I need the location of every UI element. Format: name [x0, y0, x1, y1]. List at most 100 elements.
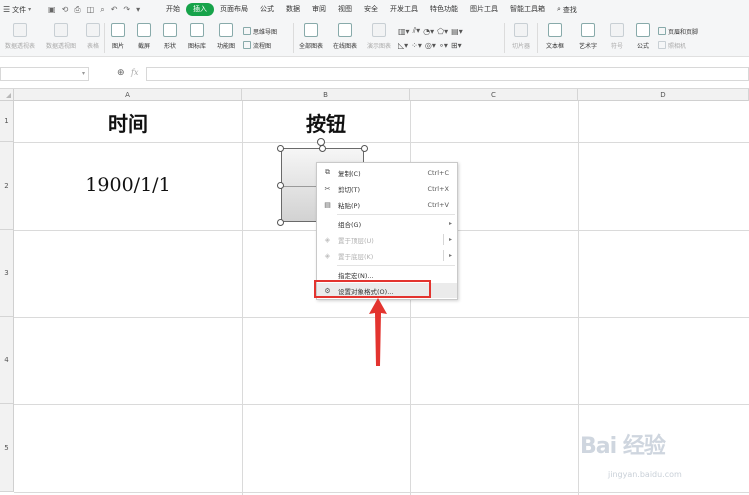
art-text-button[interactable]: 艺术字 — [572, 19, 604, 57]
tab-smart-toolbox[interactable]: 智能工具箱 — [504, 3, 551, 16]
zoom-search-icon[interactable]: ⊕ — [117, 68, 125, 78]
file-menu-label: 文件 — [12, 5, 27, 14]
undo-history-icon[interactable]: ⟲ — [62, 5, 69, 14]
formula-bar: ▾ ⊕ fx — [0, 57, 749, 89]
stock-chart-icon[interactable]: ⊞▾ — [451, 41, 462, 50]
column-header-d[interactable]: D — [578, 89, 749, 101]
formula-input[interactable] — [146, 67, 749, 81]
row-header-4[interactable]: 4 — [0, 317, 14, 404]
save-icon[interactable]: ▣ — [48, 5, 56, 14]
layers-icon: ◈ — [324, 235, 331, 244]
mindmap-button[interactable]: 思维导图 — [243, 27, 291, 36]
tab-home[interactable]: 开始 — [160, 3, 186, 16]
bubble-chart-icon[interactable]: ∘▾ — [439, 41, 448, 50]
demo-chart-button[interactable]: 演示图表 — [362, 19, 396, 57]
redo-icon[interactable]: ↷ — [123, 5, 130, 14]
symbol-button[interactable]: 符号 — [604, 19, 630, 57]
resize-handle[interactable] — [277, 182, 284, 189]
chart-types-row-1: ▥▾ ⫽▾ ◔▾ ⬠▾ ▤▾ — [398, 26, 502, 36]
row-header-2[interactable]: 2 — [0, 142, 14, 230]
column-header-b[interactable]: B — [242, 89, 410, 101]
menu-item-bring-to-front[interactable]: ◈ 置于顶层(U) ▸ — [317, 232, 457, 247]
print-preview-icon[interactable]: ◫ — [87, 5, 95, 14]
area-chart-icon[interactable]: ◺▾ — [398, 41, 408, 50]
menu-item-paste[interactable]: ▤ 粘贴(P) Ctrl+V — [317, 197, 457, 212]
column-header-a[interactable]: A — [14, 89, 242, 101]
table-button[interactable]: 表格 — [82, 19, 104, 57]
donut-chart-icon[interactable]: ◎▾ — [425, 41, 436, 50]
all-charts-button[interactable]: 全部图表 — [294, 19, 328, 57]
menu-item-label: 指定宏(N)... — [338, 271, 374, 280]
tab-review[interactable]: 审阅 — [306, 3, 332, 16]
radar-chart-icon[interactable]: ⬠▾ — [437, 27, 448, 36]
row-header-5[interactable]: 5 — [0, 404, 14, 492]
cell-a2[interactable]: 1900/1/1 — [14, 174, 242, 196]
cell-a1[interactable]: 时间 — [14, 108, 242, 137]
function-chart-button[interactable]: 功能图 — [211, 19, 241, 57]
menu-item-label: 组合(G) — [338, 220, 362, 229]
tab-developer[interactable]: 开发工具 — [384, 3, 424, 16]
pivot-chart-button[interactable]: 数据透视图 — [40, 19, 82, 57]
header-footer-button[interactable]: 页眉和页脚 — [658, 27, 706, 36]
format-painter-icon[interactable]: ⌕ — [100, 5, 104, 15]
formula-button[interactable]: 公式 — [630, 19, 656, 57]
menu-item-group[interactable]: 组合(G) ▸ — [317, 216, 457, 231]
menu-item-send-to-back[interactable]: ◈ 置于底层(K) ▸ — [317, 248, 457, 263]
camera-button[interactable]: 照相机 — [658, 41, 706, 50]
shape-label: 形状 — [163, 43, 176, 50]
tab-insert[interactable]: 插入 — [186, 3, 214, 16]
blank-icon — [323, 270, 332, 279]
screenshot-button[interactable]: 截屏 — [131, 19, 157, 57]
scatter-chart-icon[interactable]: ⁘▾ — [411, 41, 422, 50]
column-chart-icon[interactable]: ▥▾ — [398, 27, 410, 36]
online-chart-button[interactable]: 在线图表 — [328, 19, 362, 57]
online-chart-icon — [338, 23, 352, 37]
file-menu[interactable]: ☰ 文件 ▾ — [0, 5, 44, 15]
tab-data[interactable]: 数据 — [280, 3, 306, 16]
slicer-icon — [514, 23, 528, 37]
row-header-1[interactable]: 1 — [0, 101, 14, 142]
row-header-3[interactable]: 3 — [0, 230, 14, 317]
print-icon[interactable]: ⎙ — [74, 5, 80, 15]
chart-types-row-2: ◺▾ ⁘▾ ◎▾ ∘▾ ⊞▾ — [398, 41, 502, 50]
resize-handle[interactable] — [277, 145, 284, 152]
pie-chart-icon[interactable]: ◔▾ — [423, 27, 434, 36]
line-chart-icon[interactable]: ⫽▾ — [413, 26, 421, 36]
tab-page-layout[interactable]: 页面布局 — [214, 3, 254, 16]
menu-item-label: 置于底层(K) — [338, 252, 374, 261]
resize-handle[interactable] — [277, 219, 284, 226]
pivot-table-label: 数据透视表 — [4, 43, 35, 50]
textbox-button[interactable]: 文本框 — [538, 19, 572, 57]
tab-picture-tools[interactable]: 图片工具 — [464, 3, 504, 16]
search-tab[interactable]: ⌕ 查找 — [557, 5, 577, 15]
chevron-down-icon: ▾ — [28, 6, 32, 13]
picture-chart-icon[interactable]: ▤▾ — [451, 27, 463, 36]
gridline — [578, 101, 579, 495]
column-header-c[interactable]: C — [410, 89, 578, 101]
tab-features[interactable]: 特色功能 — [424, 3, 464, 16]
pivot-table-button[interactable]: 数据透视表 — [0, 19, 40, 57]
more-icon[interactable]: ▾ — [136, 5, 140, 14]
resize-handle[interactable] — [361, 145, 368, 152]
slicer-button[interactable]: 切片器 — [505, 19, 537, 57]
tab-view[interactable]: 视图 — [332, 3, 358, 16]
cell-b1[interactable]: 按钮 — [242, 108, 410, 137]
resize-handle[interactable] — [319, 145, 326, 152]
icon-library-button[interactable]: 图标库 — [183, 19, 211, 57]
name-box[interactable]: ▾ — [0, 67, 89, 81]
menu-item-label: 剪切(T) — [338, 185, 361, 194]
select-all-corner[interactable] — [0, 89, 14, 101]
menu-split-divider — [443, 250, 444, 261]
menu-item-cut[interactable]: ✂ 剪切(T) Ctrl+X — [317, 181, 457, 196]
formula-label: 公式 — [636, 43, 649, 50]
fx-icon[interactable]: fx — [131, 68, 138, 77]
undo-icon[interactable]: ↶ — [111, 5, 118, 14]
tab-security[interactable]: 安全 — [358, 3, 384, 16]
tab-formulas[interactable]: 公式 — [254, 3, 280, 16]
picture-button[interactable]: 图片 — [105, 19, 131, 57]
omega-icon — [610, 23, 624, 37]
camera-label: 照相机 — [668, 42, 687, 50]
shape-button[interactable]: 形状 — [157, 19, 183, 57]
menu-item-copy[interactable]: ⧉ 复制(C) Ctrl+C — [317, 165, 457, 180]
flowchart-button[interactable]: 流程图 — [243, 41, 291, 50]
